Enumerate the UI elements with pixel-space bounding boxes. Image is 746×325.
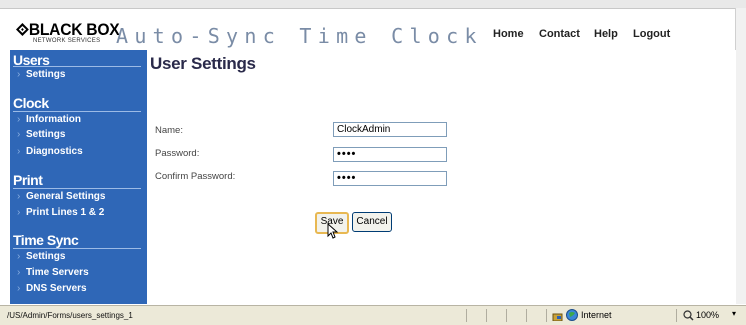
sidebar-item-clock-diagnostics[interactable]: Diagnostics [17,146,83,157]
vertical-scrollbar[interactable] [735,8,746,304]
name-input[interactable]: ClockAdmin [333,122,447,137]
zoom-level[interactable]: 100% [696,310,719,320]
app-title: Auto-Sync Time Clock [116,24,483,48]
page-header: BLACK BOX NETWORK SERVICES Auto-Sync Tim… [10,9,734,49]
sidebar-item-clock-settings[interactable]: Settings [17,129,66,140]
sidebar-item-time-sync-settings[interactable]: Settings [17,251,66,262]
status-divider [526,309,527,322]
sidebar-item-print-lines[interactable]: Print Lines 1 & 2 [17,207,104,218]
status-divider [466,309,467,322]
black-box-logo: BLACK BOX NETWORK SERVICES [16,21,120,47]
nav-help-link[interactable]: Help [594,28,618,40]
mouse-cursor-icon [327,223,339,239]
security-zone-label: Internet [581,310,612,320]
sidebar-divider [13,111,141,112]
sidebar-item-users-settings[interactable]: Settings [17,69,66,80]
sidebar: Users Settings Clock Information Setting… [10,50,147,304]
cancel-button[interactable]: Cancel [352,212,392,232]
sidebar-section-print: Print [13,172,43,188]
nav-logout-link[interactable]: Logout [633,28,670,40]
status-divider [546,309,547,322]
diamond-logo-icon [16,23,29,36]
status-divider [676,309,677,322]
logo-text: BLACK BOX [16,21,120,38]
sidebar-item-clock-information[interactable]: Information [17,114,81,125]
nav-home-link[interactable]: Home [493,28,524,40]
browser-frame-top [0,0,746,9]
status-divider [506,309,507,322]
sidebar-divider [13,248,141,249]
main-content: User Settings Name: ClockAdmin Password:… [147,50,736,304]
sidebar-divider [13,188,141,189]
nav-contact-link[interactable]: Contact [539,28,580,40]
sidebar-divider [13,66,141,67]
sidebar-item-time-servers[interactable]: Time Servers [17,267,89,278]
status-divider [486,309,487,322]
password-input[interactable]: •••• [333,147,447,162]
confirm-password-label: Confirm Password: [155,171,236,182]
sidebar-section-time-sync: Time Sync [13,232,79,248]
name-label: Name: [155,125,183,136]
page-title: User Settings [150,54,256,73]
logo-subtext: NETWORK SERVICES [33,38,101,44]
security-lock-icon [552,313,563,321]
status-url: /US/Admin/Forms/users_settings_1 [7,311,133,320]
password-label: Password: [155,148,200,159]
sidebar-item-dns-servers[interactable]: DNS Servers [17,283,87,294]
sidebar-item-print-general-settings[interactable]: General Settings [17,191,106,202]
zoom-icon [683,310,694,321]
zoom-dropdown-icon[interactable]: ▾ [732,309,736,318]
internet-globe-icon [566,309,578,321]
confirm-password-input[interactable]: •••• [333,171,447,186]
sidebar-section-clock: Clock [13,95,49,111]
browser-status-bar: /US/Admin/Forms/users_settings_1 Interne… [0,305,746,325]
logo-name: BLACK BOX [28,20,120,39]
